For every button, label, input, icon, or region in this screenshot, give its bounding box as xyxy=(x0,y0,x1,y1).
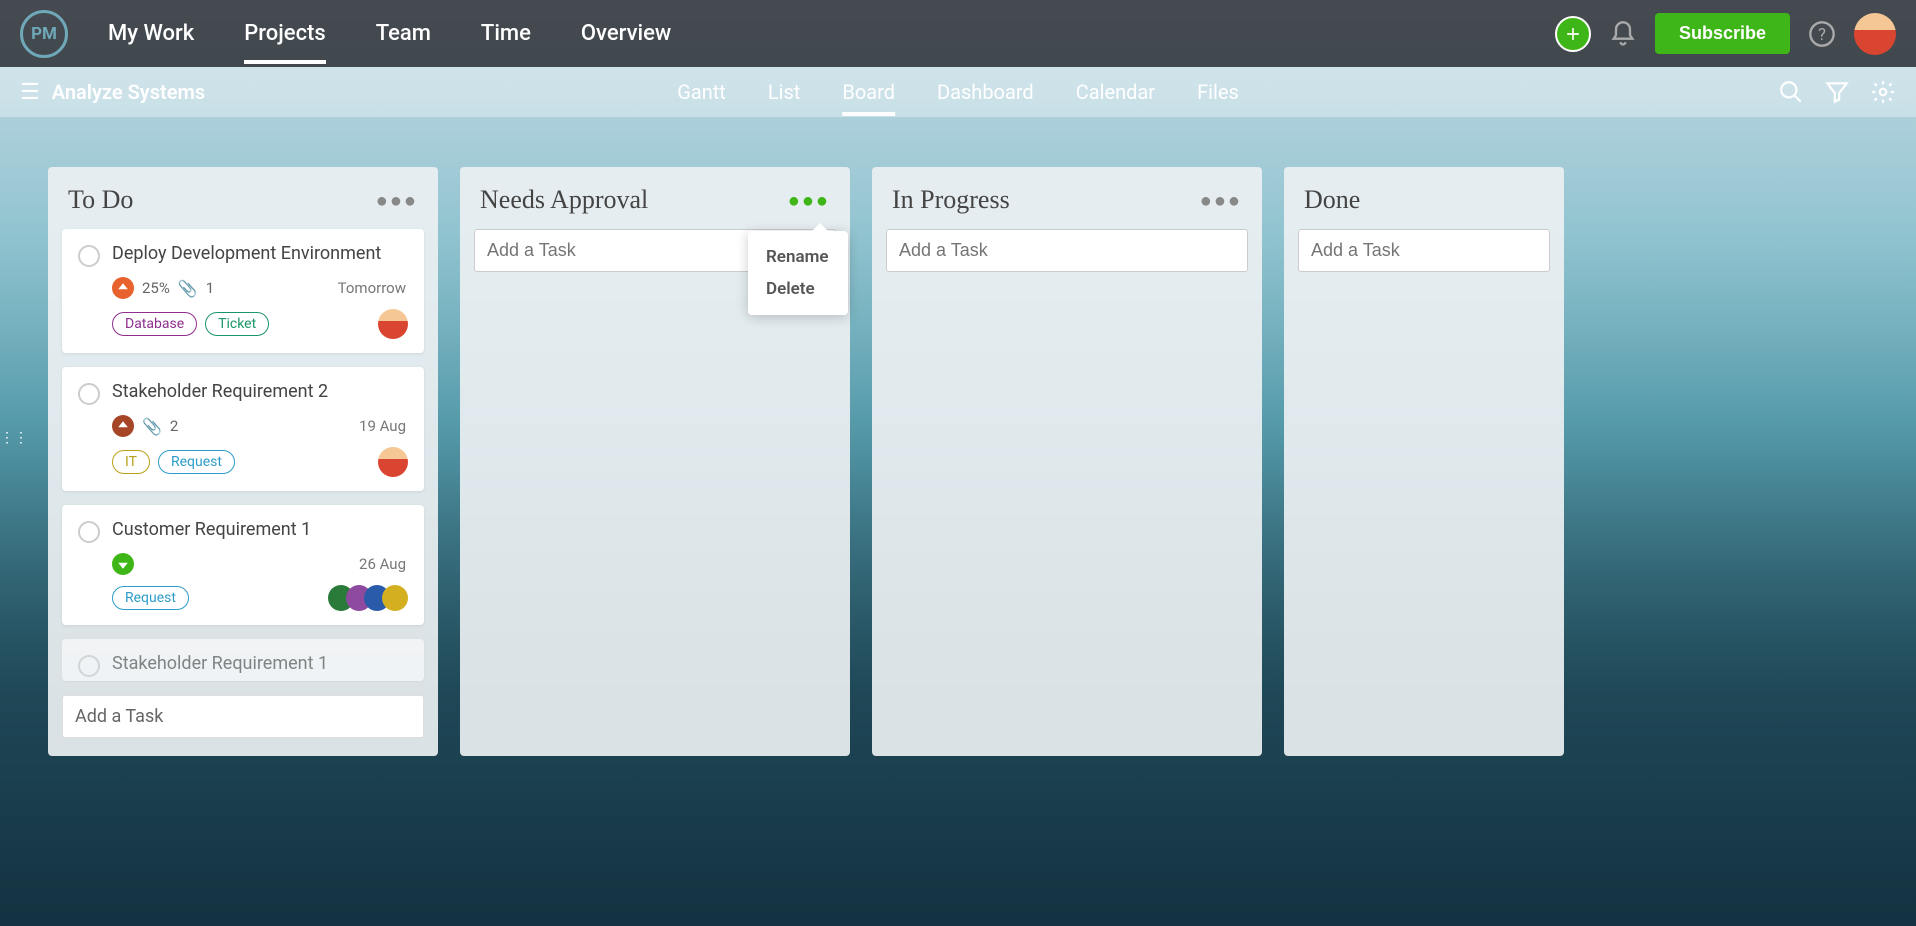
task-checkbox[interactable] xyxy=(78,521,100,543)
nav-overview[interactable]: Overview xyxy=(581,3,671,64)
tag-request[interactable]: Request xyxy=(158,450,235,474)
bell-icon[interactable] xyxy=(1609,20,1637,48)
subnav-board[interactable]: Board xyxy=(842,68,895,116)
menu-icon[interactable]: ☰ xyxy=(20,80,40,105)
priority-low-icon xyxy=(112,553,134,575)
board: To Do ●●● Deploy Development Environment… xyxy=(0,117,1916,806)
gear-icon[interactable] xyxy=(1870,79,1896,105)
assignee-avatar[interactable] xyxy=(378,309,408,339)
priority-medium-icon xyxy=(112,415,134,437)
nav-projects[interactable]: Projects xyxy=(244,3,325,64)
column-title: To Do xyxy=(68,185,133,215)
column-in-progress: In Progress ●●● xyxy=(872,167,1262,756)
task-title: Customer Requirement 1 xyxy=(112,519,408,540)
subnav-dashboard[interactable]: Dashboard xyxy=(937,68,1034,116)
user-avatar[interactable] xyxy=(1854,13,1896,55)
column-needs-approval: Needs Approval ●●● Rename Delete xyxy=(460,167,850,756)
topnav: My Work Projects Team Time Overview xyxy=(108,3,671,64)
tag-ticket[interactable]: Ticket xyxy=(205,312,269,336)
menu-rename[interactable]: Rename xyxy=(748,241,848,273)
task-card[interactable]: Stakeholder Requirement 2 📎 2 19 Aug IT … xyxy=(62,367,424,491)
task-card[interactable]: Deploy Development Environment 25% 📎 1 T… xyxy=(62,229,424,353)
subnav-files[interactable]: Files xyxy=(1197,68,1239,116)
topbar: PM My Work Projects Team Time Overview S… xyxy=(0,0,1916,67)
column-todo: To Do ●●● Deploy Development Environment… xyxy=(48,167,438,756)
plus-icon xyxy=(1563,24,1583,44)
task-date: 26 Aug xyxy=(359,555,406,573)
sidebar-handle[interactable]: ⋮⋮ xyxy=(0,430,28,446)
task-title: Stakeholder Requirement 2 xyxy=(112,381,408,402)
tag-it[interactable]: IT xyxy=(112,450,150,474)
column-title: In Progress xyxy=(892,185,1010,215)
subnav-gantt[interactable]: Gantt xyxy=(677,68,726,116)
task-checkbox[interactable] xyxy=(78,655,100,677)
nav-time[interactable]: Time xyxy=(481,3,531,64)
task-title: Stakeholder Requirement 1 xyxy=(112,653,408,674)
task-percent: 25% xyxy=(142,279,170,297)
assignee-avatar[interactable] xyxy=(378,447,408,477)
priority-high-icon xyxy=(112,277,134,299)
logo[interactable]: PM xyxy=(20,10,68,58)
subscribe-button[interactable]: Subscribe xyxy=(1655,13,1790,54)
task-checkbox[interactable] xyxy=(78,383,100,405)
attachment-icon: 📎 xyxy=(142,417,162,436)
project-title: Analyze Systems xyxy=(52,80,205,104)
column-menu-button[interactable]: ●●● xyxy=(788,188,830,213)
column-menu-button[interactable]: ●●● xyxy=(376,188,418,213)
column-menu-dropdown: Rename Delete xyxy=(748,231,848,315)
add-task-input[interactable] xyxy=(1298,229,1550,272)
attachment-icon: 📎 xyxy=(178,279,198,298)
search-icon[interactable] xyxy=(1778,79,1804,105)
assignee-avatars[interactable] xyxy=(336,585,408,611)
column-title: Needs Approval xyxy=(480,185,648,215)
task-date: Tomorrow xyxy=(338,279,406,297)
column-done: Done xyxy=(1284,167,1564,756)
tag-database[interactable]: Database xyxy=(112,312,197,336)
add-button[interactable] xyxy=(1555,16,1591,52)
subnav-calendar[interactable]: Calendar xyxy=(1076,68,1155,116)
task-card[interactable]: Stakeholder Requirement 1 xyxy=(62,639,424,681)
add-task-input[interactable] xyxy=(886,229,1248,272)
tag-request[interactable]: Request xyxy=(112,586,189,610)
subnav: Gantt List Board Dashboard Calendar File… xyxy=(677,68,1239,116)
help-icon[interactable]: ? xyxy=(1808,20,1836,48)
attachment-count: 1 xyxy=(206,279,214,297)
subbar: ☰ Analyze Systems Gantt List Board Dashb… xyxy=(0,67,1916,117)
task-title: Deploy Development Environment xyxy=(112,243,408,264)
column-title: Done xyxy=(1304,185,1360,215)
column-menu-button[interactable]: ●●● xyxy=(1200,188,1242,213)
task-checkbox[interactable] xyxy=(78,245,100,267)
nav-my-work[interactable]: My Work xyxy=(108,3,194,64)
add-task-input[interactable]: Add a Task xyxy=(62,695,424,738)
menu-delete[interactable]: Delete xyxy=(748,273,848,305)
subnav-list[interactable]: List xyxy=(768,68,801,116)
svg-text:?: ? xyxy=(1818,24,1826,43)
task-date: 19 Aug xyxy=(359,417,406,435)
task-card[interactable]: Customer Requirement 1 26 Aug Request xyxy=(62,505,424,625)
attachment-count: 2 xyxy=(170,417,178,435)
filter-icon[interactable] xyxy=(1824,79,1850,105)
nav-team[interactable]: Team xyxy=(376,3,431,64)
